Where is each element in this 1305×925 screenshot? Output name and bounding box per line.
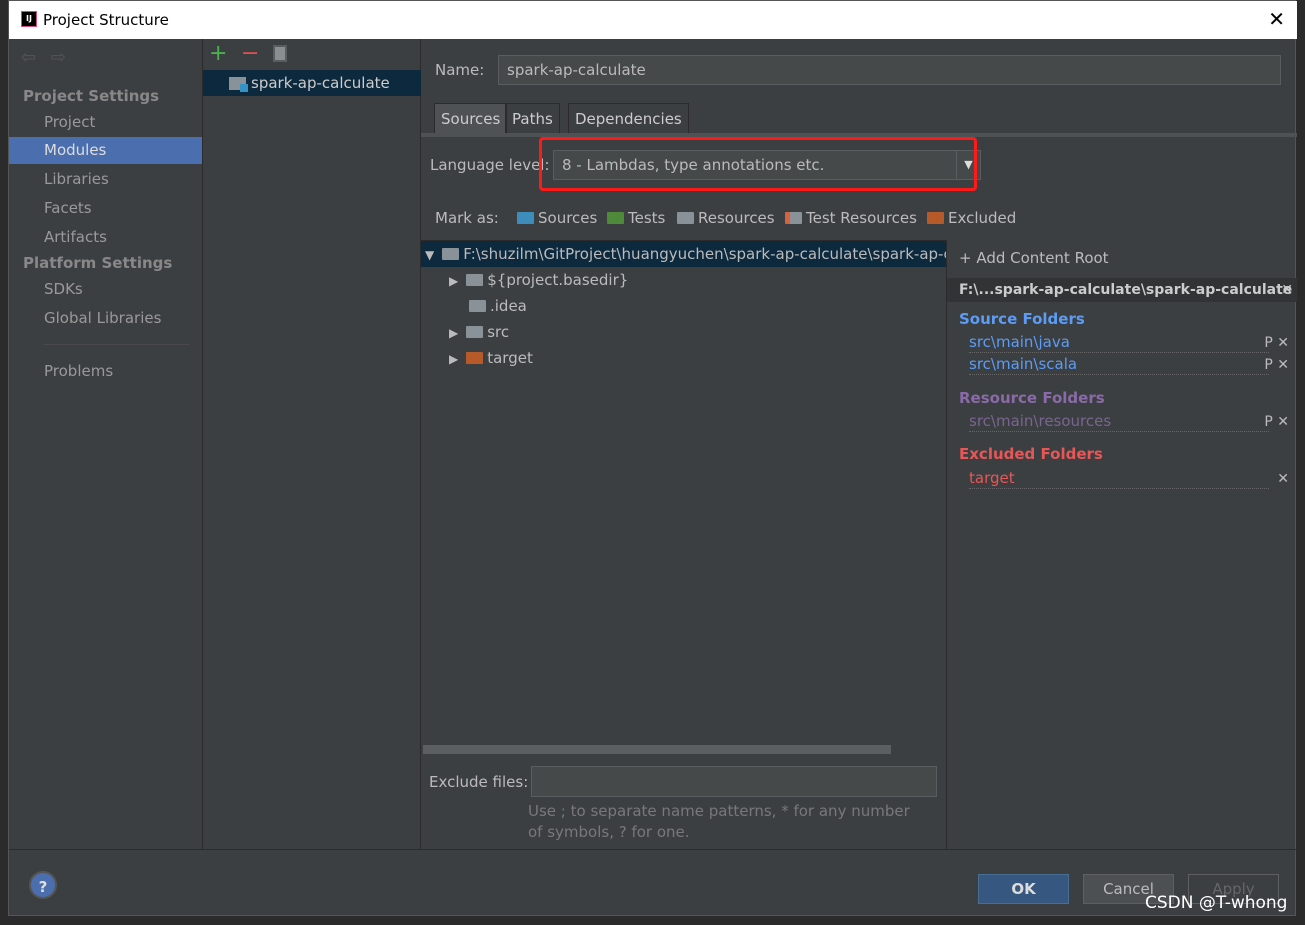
- add-content-root-button[interactable]: + Add Content Root: [959, 249, 1109, 267]
- back-arrow-icon[interactable]: ⇦: [21, 47, 36, 68]
- close-icon[interactable]: ✕: [1268, 7, 1285, 31]
- plus-icon: +: [959, 249, 977, 267]
- name-label: Name:: [435, 61, 485, 79]
- sources-folder-icon: [517, 212, 534, 224]
- folder-icon: [466, 274, 484, 286]
- mark-resources-button[interactable]: Resources: [677, 209, 775, 227]
- expanded-arrow-icon: ▼: [425, 248, 435, 262]
- tree-node[interactable]: ▶ src: [421, 319, 946, 345]
- collapsed-arrow-icon: ▶: [449, 326, 459, 340]
- sidebar-item-sdks[interactable]: SDKs: [9, 276, 202, 303]
- module-folder-icon: [229, 77, 248, 92]
- resources-folder-icon: [677, 212, 694, 224]
- ok-button[interactable]: OK: [978, 874, 1069, 904]
- folder-icon: [466, 326, 484, 338]
- mark-test-resources-button[interactable]: Test Resources: [785, 209, 917, 227]
- folder-icon: [442, 248, 460, 260]
- tab-sources[interactable]: Sources: [434, 103, 508, 133]
- resource-folders-title: Resource Folders: [959, 389, 1105, 407]
- sidebar-item-project[interactable]: Project: [9, 109, 202, 136]
- project-settings-header: Project Settings: [23, 87, 160, 105]
- modules-panel: + − spark-ap-calculate: [203, 39, 421, 849]
- help-button[interactable]: ?: [29, 871, 57, 899]
- collapsed-arrow-icon: ▶: [449, 352, 459, 366]
- sidebar-item-global-libraries[interactable]: Global Libraries: [9, 305, 202, 332]
- tab-paths[interactable]: Paths: [505, 103, 560, 133]
- platform-settings-header: Platform Settings: [23, 254, 173, 272]
- forward-arrow-icon[interactable]: ⇨: [51, 47, 66, 68]
- exclude-hint: Use ; to separate name patterns, * for a…: [528, 802, 910, 841]
- project-structure-dialog: IJ Project Structure ✕ ⇦ ⇨ Project Setti…: [8, 0, 1297, 916]
- remove-icon[interactable]: −: [241, 41, 259, 66]
- horizontal-scrollbar[interactable]: [423, 745, 891, 754]
- module-name: spark-ap-calculate: [251, 74, 390, 92]
- sidebar-item-facets[interactable]: Facets: [9, 195, 202, 222]
- excluded-folder-icon: [466, 352, 484, 364]
- excluded-folders-title: Excluded Folders: [959, 445, 1103, 463]
- watermark: CSDN @T-whong: [1145, 893, 1288, 913]
- mark-tests-button[interactable]: Tests: [607, 209, 665, 227]
- sidebar-item-problems[interactable]: Problems: [9, 358, 202, 385]
- test-resources-folder-icon: [785, 212, 802, 224]
- divider: [44, 344, 189, 345]
- exclude-files-input[interactable]: [531, 766, 937, 797]
- mark-as-label: Mark as:: [435, 209, 499, 227]
- name-input[interactable]: spark-ap-calculate: [498, 55, 1281, 85]
- highlight-box: [539, 137, 977, 191]
- window-title: Project Structure: [43, 11, 169, 29]
- module-settings: Name: spark-ap-calculate Sources Paths D…: [421, 39, 1297, 849]
- tree-node[interactable]: ▶ target: [421, 345, 946, 371]
- remove-folder-icon[interactable]: ✕: [1277, 471, 1289, 487]
- tree-root[interactable]: ▼ F:\shuzilm\GitProject\huangyuchen\spark…: [421, 241, 946, 267]
- mark-sources-button[interactable]: Sources: [517, 209, 597, 227]
- collapsed-arrow-icon: ▶: [449, 274, 459, 288]
- folder-icon: [469, 300, 486, 312]
- title-bar: IJ Project Structure ✕: [9, 1, 1297, 39]
- language-level-label: Language level:: [430, 156, 550, 174]
- source-folder[interactable]: src\main\java: [969, 333, 1269, 353]
- remove-root-icon[interactable]: ✕: [1281, 278, 1293, 302]
- sidebar-item-modules[interactable]: Modules: [9, 137, 202, 164]
- remove-folder-icon[interactable]: P ✕: [1264, 357, 1289, 373]
- tree-node[interactable]: .idea: [421, 293, 946, 319]
- intellij-logo: IJ: [21, 11, 37, 27]
- mark-excluded-button[interactable]: Excluded: [927, 209, 1016, 227]
- tree-node[interactable]: ▶ ${project.basedir}: [421, 267, 946, 293]
- source-folders-title: Source Folders: [959, 310, 1085, 328]
- content-tree: ▼ F:\shuzilm\GitProject\huangyuchen\spark…: [421, 240, 946, 750]
- excluded-folder[interactable]: target: [969, 469, 1269, 489]
- content-root-header: F:\...spark-ap-calculate\spark-ap-calcul…: [947, 278, 1297, 302]
- sidebar: ⇦ ⇨ Project Settings Project Modules Lib…: [9, 39, 203, 849]
- module-item[interactable]: spark-ap-calculate: [203, 70, 421, 96]
- tests-folder-icon: [607, 212, 624, 224]
- sidebar-item-artifacts[interactable]: Artifacts: [9, 224, 202, 251]
- tab-dependencies[interactable]: Dependencies: [568, 103, 689, 133]
- exclude-files-label: Exclude files:: [429, 773, 529, 791]
- resource-folder[interactable]: src\main\resources: [969, 412, 1269, 432]
- source-folder[interactable]: src\main\scala: [969, 355, 1269, 375]
- remove-folder-icon[interactable]: P ✕: [1264, 335, 1289, 351]
- sidebar-item-libraries[interactable]: Libraries: [9, 166, 202, 193]
- excluded-folder-icon: [927, 212, 944, 224]
- footer-divider: [9, 849, 1297, 850]
- content-roots-panel: + Add Content Root F:\...spark-ap-calcul…: [946, 240, 1297, 849]
- copy-icon[interactable]: [273, 45, 287, 62]
- remove-folder-icon[interactable]: P ✕: [1264, 414, 1289, 430]
- add-icon[interactable]: +: [209, 41, 227, 66]
